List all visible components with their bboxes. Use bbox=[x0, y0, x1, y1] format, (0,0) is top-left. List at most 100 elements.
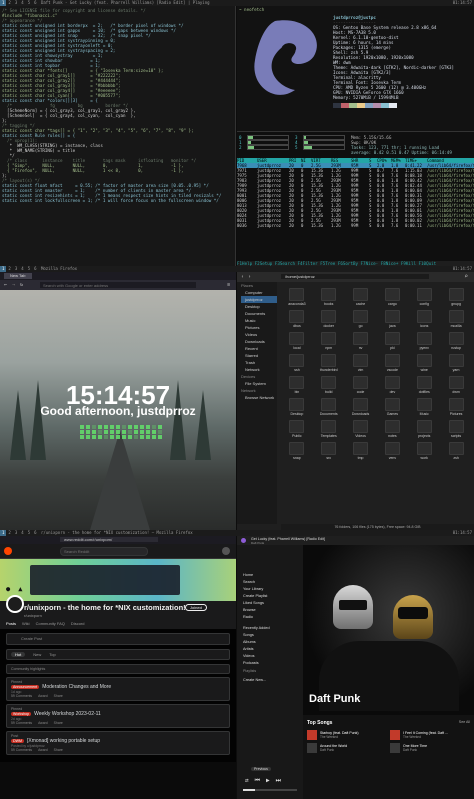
folder-item[interactable]: gnupg bbox=[440, 288, 472, 306]
forward-icon[interactable]: → bbox=[12, 282, 15, 288]
shortcut-tile[interactable] bbox=[158, 430, 162, 434]
shortcut-tile[interactable] bbox=[140, 435, 144, 439]
folder-item[interactable]: Videos bbox=[345, 420, 377, 438]
playlist-item[interactable]: Create New... bbox=[237, 676, 303, 683]
post-action-button[interactable]: 59 Comments bbox=[11, 694, 32, 698]
folder-item[interactable]: cache bbox=[345, 288, 377, 306]
process-row[interactable]: 8036 justdprroz 20 0 15.3G 1.2G 99M S 0.0 7.6 0:00… bbox=[237, 223, 474, 228]
library-item[interactable]: Videos bbox=[237, 652, 303, 659]
post-title[interactable]: Moderation Changes and More bbox=[42, 684, 111, 690]
shortcut-tile[interactable] bbox=[134, 435, 138, 439]
song-item[interactable]: Around the World Daft Punk bbox=[307, 743, 387, 753]
folder-item[interactable]: src bbox=[313, 442, 345, 460]
file-manager[interactable]: ‹ › /home/justdprroz ⌕ Places Computer ju… bbox=[237, 272, 474, 530]
shortcut-tile[interactable] bbox=[158, 435, 162, 439]
folder-item[interactable]: pyenv bbox=[408, 332, 440, 350]
sidebar-item[interactable]: Downloads bbox=[241, 338, 277, 345]
folder-item[interactable]: rustup bbox=[440, 332, 472, 350]
post-card[interactable]: Post DWM [Xmonad] working portable setup Po… bbox=[6, 731, 230, 755]
sort-tab[interactable]: New bbox=[33, 652, 41, 657]
shortcut-tile[interactable] bbox=[92, 430, 96, 434]
shortcut-tile[interactable] bbox=[152, 425, 156, 429]
post-action-button[interactable]: Share bbox=[54, 721, 63, 725]
folder-item[interactable]: icons bbox=[408, 310, 440, 328]
search-icon[interactable]: ⌕ bbox=[464, 273, 468, 280]
shortcut-tile[interactable] bbox=[98, 435, 102, 439]
folder-item[interactable]: projects bbox=[408, 420, 440, 438]
shortcut-tile[interactable] bbox=[80, 435, 84, 439]
folder-item[interactable]: code bbox=[345, 376, 377, 394]
post-action-button[interactable]: Award bbox=[38, 694, 48, 698]
htop-terminal[interactable]: 012 345 Mem: 5.15G/15.6G Swp: 0K/0K Task… bbox=[237, 131, 474, 266]
sidebar-item[interactable]: Search bbox=[237, 578, 303, 585]
sidebar-item[interactable]: Liked Songs bbox=[237, 599, 303, 606]
previous-icon[interactable]: ⏮ bbox=[255, 777, 260, 785]
reddit-browser[interactable]: www.reddit.com/r/unixporn/ ● ▲ r/unixpor… bbox=[0, 536, 236, 799]
shortcut-tile[interactable] bbox=[80, 430, 84, 434]
library-item[interactable]: Recently Added bbox=[237, 624, 303, 631]
workspace-list[interactable]: 123456 bbox=[0, 530, 39, 536]
avatar[interactable] bbox=[222, 547, 230, 555]
library-item[interactable]: Songs bbox=[237, 631, 303, 638]
shortcut-grid[interactable] bbox=[80, 425, 163, 439]
menu-icon[interactable]: ≡ bbox=[227, 282, 230, 288]
post-card[interactable]: Pinned Workshop Weekly Workshop 2023-02-11… bbox=[6, 704, 230, 728]
folder-item[interactable]: go bbox=[345, 310, 377, 328]
shortcut-tile[interactable] bbox=[140, 430, 144, 434]
workspace-list[interactable]: 123456 bbox=[0, 266, 39, 272]
workspace-list[interactable]: 123456 bbox=[0, 0, 39, 6]
shortcut-tile[interactable] bbox=[110, 425, 114, 429]
folder-item[interactable]: yarn bbox=[440, 354, 472, 372]
shortcut-tile[interactable] bbox=[110, 430, 114, 434]
song-item[interactable]: I Feel It Coming (feat. Daft ... The Week… bbox=[390, 730, 470, 740]
post-action-button[interactable]: Share bbox=[54, 748, 63, 752]
folder-item[interactable]: thunderbird bbox=[313, 354, 345, 372]
folder-item[interactable]: bin bbox=[281, 376, 313, 394]
path-bar[interactable]: /home/justdprroz bbox=[281, 274, 429, 279]
shortcut-tile[interactable] bbox=[128, 430, 132, 434]
shortcut-tile[interactable] bbox=[152, 430, 156, 434]
sidebar-item[interactable]: File System bbox=[241, 380, 277, 387]
shuffle-icon[interactable]: ⇄ bbox=[245, 777, 249, 785]
shortcut-tile[interactable] bbox=[86, 425, 90, 429]
subreddit-tab[interactable]: Posts bbox=[6, 621, 16, 626]
post-card[interactable]: Community highlights bbox=[6, 664, 230, 674]
sidebar-item[interactable]: Desktop bbox=[241, 303, 277, 310]
folder-item[interactable]: nv bbox=[345, 332, 377, 350]
folder-item[interactable]: vim bbox=[345, 354, 377, 372]
library-item[interactable]: Podcasts bbox=[237, 659, 303, 666]
post-action-button[interactable]: Award bbox=[38, 748, 48, 752]
progress-track[interactable] bbox=[243, 789, 297, 791]
neofetch-terminal[interactable]: ~ neofetch justdprroz@justpc -----------… bbox=[237, 6, 474, 131]
create-post-input[interactable]: Create Post bbox=[21, 636, 42, 641]
folder-item[interactable]: local bbox=[281, 332, 313, 350]
folder-item[interactable]: Documents bbox=[313, 398, 345, 416]
sidebar-item[interactable]: Computer bbox=[241, 289, 277, 296]
folder-item[interactable]: npm bbox=[313, 332, 345, 350]
sidebar-item[interactable]: Browse Network bbox=[241, 394, 277, 401]
folder-item[interactable]: anaconda3 bbox=[281, 288, 313, 306]
folder-item[interactable]: mozilla bbox=[440, 310, 472, 328]
folder-item[interactable]: dotfiles bbox=[408, 376, 440, 394]
address-bar[interactable] bbox=[40, 282, 196, 288]
folder-item[interactable]: dwm bbox=[440, 376, 472, 394]
shortcut-tile[interactable] bbox=[122, 435, 126, 439]
sidebar-item[interactable]: Network bbox=[241, 366, 277, 373]
create-post-box[interactable]: Create Post bbox=[6, 633, 230, 645]
shortcut-tile[interactable] bbox=[146, 425, 150, 429]
folder-item[interactable]: Games bbox=[377, 398, 409, 416]
folder-item[interactable]: ssh bbox=[281, 354, 313, 372]
folder-item[interactable]: Desktop bbox=[281, 398, 313, 416]
shortcut-tile[interactable] bbox=[122, 425, 126, 429]
folder-item[interactable]: Templates bbox=[313, 420, 345, 438]
folder-item[interactable]: dev bbox=[377, 376, 409, 394]
folder-item[interactable]: tmp bbox=[345, 442, 377, 460]
reload-icon[interactable]: ↻ bbox=[20, 282, 23, 288]
folder-item[interactable]: Downloads bbox=[345, 398, 377, 416]
shortcut-tile[interactable] bbox=[146, 435, 150, 439]
sidebar-item[interactable]: Pictures bbox=[241, 324, 277, 331]
shortcut-tile[interactable] bbox=[146, 430, 150, 434]
folder-item[interactable]: vscode bbox=[377, 354, 409, 372]
folder-item[interactable]: notes bbox=[377, 420, 409, 438]
sidebar-item[interactable]: Your Library bbox=[237, 585, 303, 592]
